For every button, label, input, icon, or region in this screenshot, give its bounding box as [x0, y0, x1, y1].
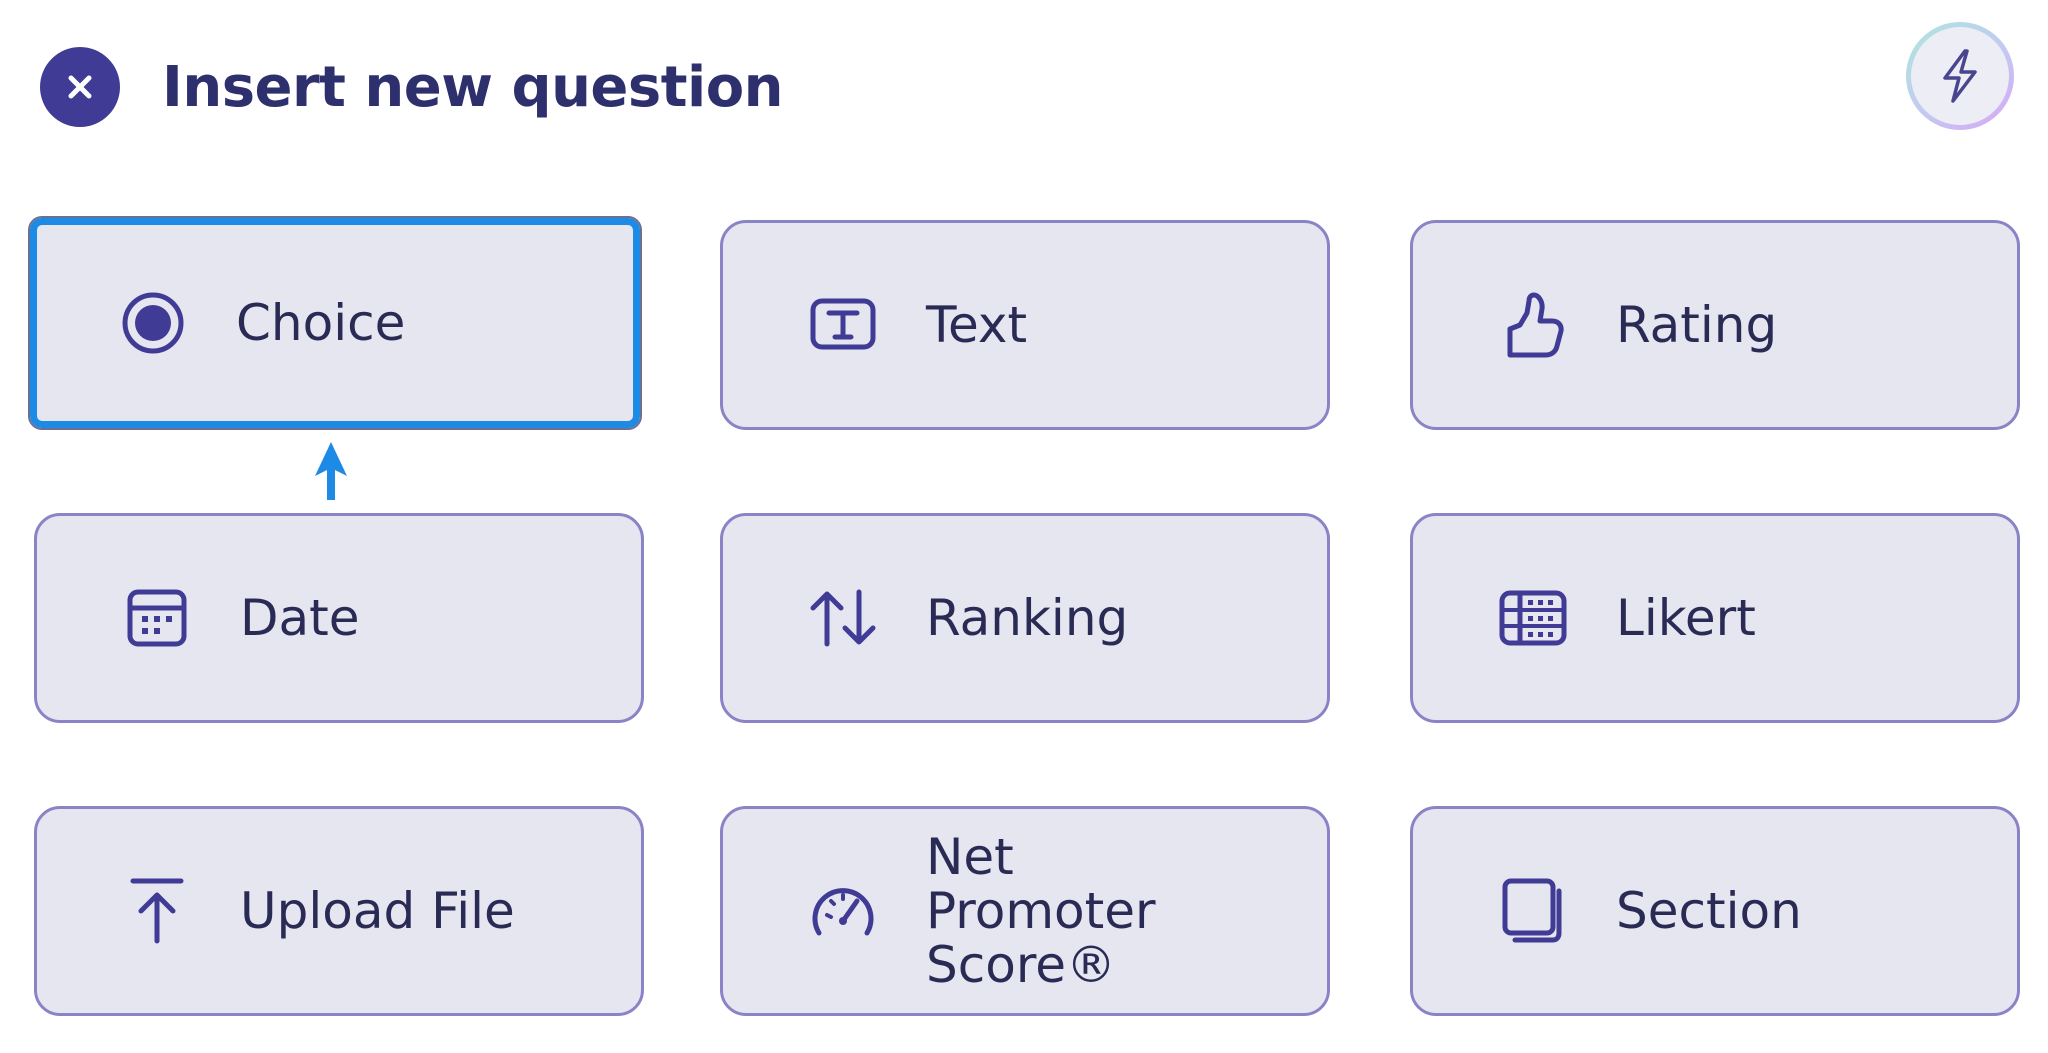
tile-label: Likert	[1616, 589, 1756, 647]
tile-label: Ranking	[926, 589, 1129, 647]
section-icon	[1497, 875, 1569, 947]
dialog-header: Insert new question	[40, 42, 784, 132]
gauge-icon	[807, 875, 879, 947]
tile-label: Rating	[1616, 296, 1778, 354]
text-box-icon	[807, 289, 879, 361]
likert-grid-icon	[1497, 582, 1569, 654]
tile-choice[interactable]: Choice	[28, 216, 642, 430]
tile-text[interactable]: Text	[720, 220, 1330, 430]
close-button[interactable]	[40, 47, 120, 127]
dialog-title: Insert new question	[162, 54, 784, 120]
tile-likert[interactable]: Likert	[1410, 513, 2020, 723]
quick-suggest-button[interactable]	[1906, 22, 2014, 130]
thumbs-up-icon	[1497, 289, 1569, 361]
tile-upload-file[interactable]: Upload File	[34, 806, 644, 1016]
upload-icon	[121, 875, 193, 947]
tile-label: Text	[926, 296, 1028, 354]
radio-button-icon	[117, 287, 189, 359]
tile-net-promoter-score[interactable]: Net Promoter Score®	[720, 806, 1330, 1016]
tile-rating[interactable]: Rating	[1410, 220, 2020, 430]
tile-ranking[interactable]: Ranking	[720, 513, 1330, 723]
mouse-cursor-icon	[315, 442, 347, 500]
tile-label: Date	[240, 589, 360, 647]
tile-label: Net Promoter Score®	[926, 828, 1156, 994]
tile-label: Upload File	[240, 882, 515, 940]
tile-date[interactable]: Date	[34, 513, 644, 723]
lightning-icon	[1943, 49, 1977, 103]
tile-label: Choice	[236, 294, 406, 352]
sort-arrows-icon	[807, 582, 879, 654]
close-icon	[68, 75, 92, 99]
tile-label: Section	[1616, 882, 1802, 940]
calendar-icon	[121, 582, 193, 654]
tile-section[interactable]: Section	[1410, 806, 2020, 1016]
